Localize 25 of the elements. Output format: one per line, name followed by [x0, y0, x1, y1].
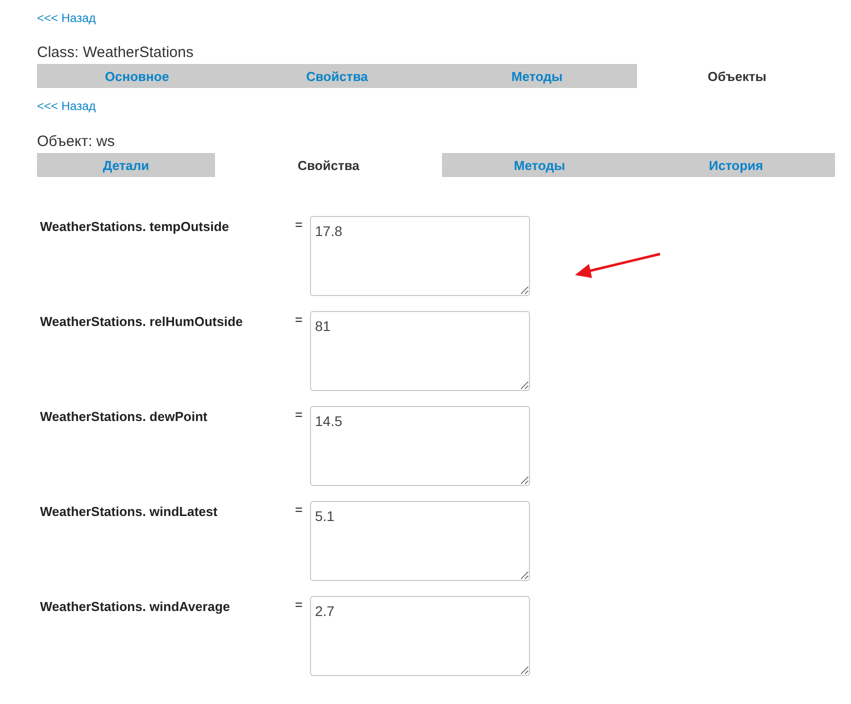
- tab[interactable]: Основное: [37, 64, 237, 88]
- back-link[interactable]: <<< Назад: [37, 99, 96, 113]
- back-link[interactable]: <<< Назад: [37, 11, 96, 25]
- value-field[interactable]: 14.5: [310, 406, 530, 486]
- value-field[interactable]: 2.7: [310, 596, 530, 676]
- value-field[interactable]: 17.8: [310, 216, 530, 296]
- property-label: WeatherStations. windAverage: [39, 598, 231, 614]
- equals-sign: =: [295, 406, 304, 422]
- property-label: WeatherStations. relHumOutside: [39, 313, 244, 329]
- equals-sign: =: [295, 596, 304, 612]
- value-field[interactable]: 81: [310, 311, 530, 391]
- value-field[interactable]: 5.1: [310, 501, 530, 581]
- tab[interactable]: Методы: [437, 64, 637, 88]
- tab[interactable]: Свойства: [237, 64, 437, 88]
- object-heading: Объект: ws: [37, 133, 116, 150]
- equals-sign: =: [295, 501, 304, 517]
- class-heading: Class: WeatherStations: [37, 44, 194, 61]
- tab[interactable]: Детали: [37, 153, 215, 177]
- equals-sign: =: [295, 216, 304, 232]
- tab[interactable]: Методы: [442, 153, 637, 177]
- property-label: WeatherStations. windLatest: [39, 503, 218, 519]
- tab[interactable]: История: [637, 153, 835, 177]
- equals-sign: =: [295, 311, 304, 327]
- property-label: WeatherStations. tempOutside: [39, 218, 230, 234]
- property-label: WeatherStations. dewPoint: [39, 408, 208, 424]
